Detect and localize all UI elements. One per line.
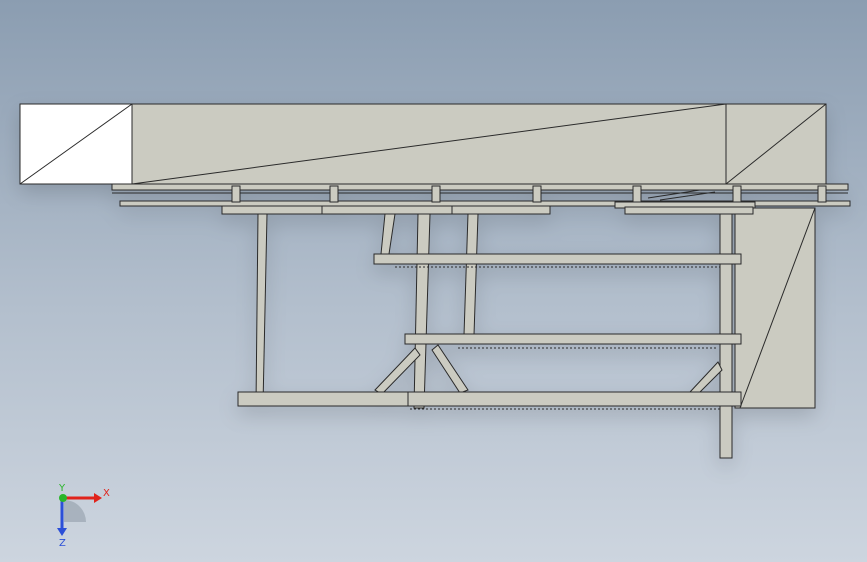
second-beam-left[interactable]	[221, 205, 551, 215]
leg-left[interactable]	[255, 213, 268, 406]
brace-right-of-center[interactable]	[431, 344, 469, 394]
y-axis-dot-icon	[59, 494, 67, 502]
y-axis-label: Y	[58, 483, 66, 494]
leg-center[interactable]	[413, 213, 431, 409]
leg-center-right[interactable]	[463, 213, 479, 336]
second-beam-right-lower[interactable]	[624, 206, 754, 215]
right-side-panel[interactable]	[734, 207, 816, 409]
cad-model-view[interactable]	[0, 0, 867, 562]
mid-beam-lower[interactable]	[404, 333, 742, 345]
mid-beam-upper[interactable]	[373, 253, 742, 265]
bottom-beam-right[interactable]	[407, 391, 742, 407]
z-axis-arrow-icon	[57, 528, 67, 536]
z-axis-label: Z	[59, 538, 66, 548]
brace-right[interactable]	[689, 361, 723, 397]
brace-left[interactable]	[374, 347, 421, 395]
conveyor-assembly[interactable]	[19, 103, 851, 459]
bottom-beam-left[interactable]	[237, 391, 419, 407]
triad-shadow	[64, 500, 86, 522]
top-rail-brace-1	[647, 189, 701, 199]
leg-center-left[interactable]	[380, 213, 396, 255]
coordinate-triad: X Y Z	[57, 483, 110, 548]
graphics-viewport[interactable]: X Y Z	[0, 0, 867, 562]
x-axis-label: X	[103, 488, 110, 499]
x-axis-arrow-icon	[94, 493, 102, 503]
